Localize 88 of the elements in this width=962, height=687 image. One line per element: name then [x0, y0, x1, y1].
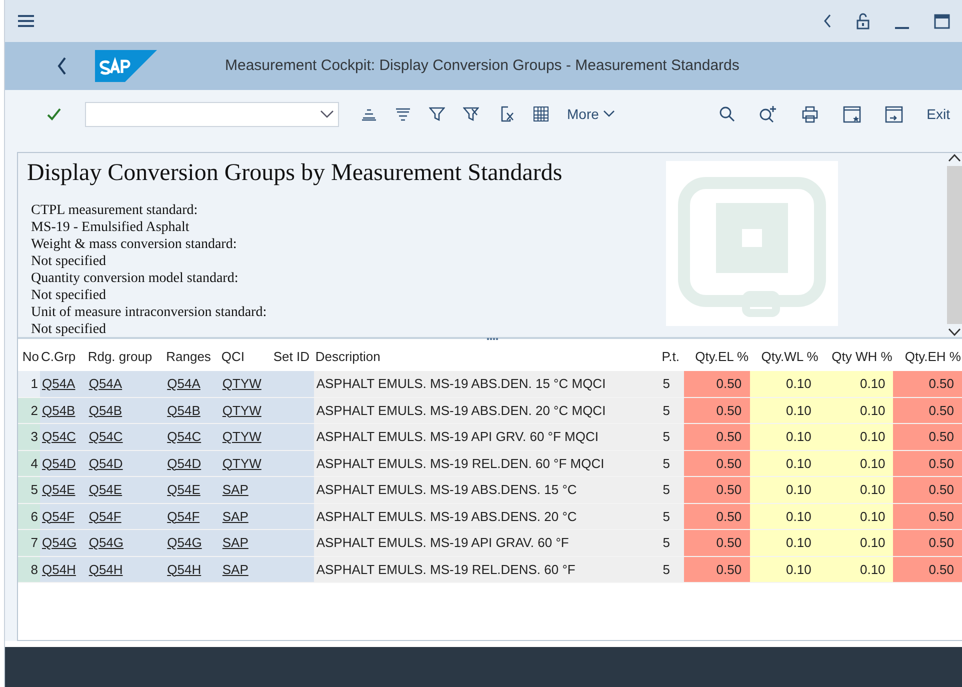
report-line: Not specified — [31, 286, 108, 304]
command-field[interactable] — [85, 102, 339, 126]
table-cell: ASPHALT EMULS. MS-19 API GRAV. 60 °F — [314, 530, 661, 556]
report-heading: Display Conversion Groups by Measurement Standards — [27, 159, 564, 188]
row-number[interactable]: 3 — [18, 424, 40, 450]
table-cell: 5 — [660, 424, 684, 450]
column-header[interactable]: C.Grp — [40, 343, 87, 370]
table-cell: 0.50 — [684, 530, 750, 556]
table-cell: 0.10 — [819, 530, 894, 556]
table-cell: 5 — [660, 556, 684, 582]
report-line: Not specified — [31, 320, 108, 337]
table-cell: 0.10 — [750, 476, 820, 503]
table-cell: 0.50 — [893, 397, 962, 424]
column-header[interactable]: Qty.EH % — [893, 343, 962, 370]
scrollbar-thumb[interactable] — [947, 166, 962, 324]
report-line: Quantity conversion model standard: — [31, 270, 240, 287]
table-cell: 0.10 — [750, 424, 820, 450]
sap-logo — [95, 50, 157, 82]
column-header[interactable]: Ranges — [165, 343, 220, 370]
table-cell: ASPHALT EMULS. MS-19 ABS.DENS. 20 °C — [314, 503, 661, 530]
table-cell: 0.10 — [750, 530, 820, 556]
scroll-down-icon[interactable] — [948, 328, 961, 337]
table-cell: 5 — [660, 370, 684, 397]
table-cell: 0.50 — [893, 450, 962, 476]
table-cell: 0.10 — [750, 397, 820, 424]
table-cell: ASPHALT EMULS. MS-19 ABS.DEN. 15 °C MQCI — [314, 370, 661, 397]
table-cell: 0.50 — [893, 424, 962, 450]
report-line: Weight & mass conversion standard: — [31, 236, 238, 253]
table-cell: 0.10 — [819, 450, 894, 476]
window-title: Measurement Cockpit: Display Conversion Groups - Measurement Standards — [225, 56, 740, 76]
table-cell: 0.50 — [684, 476, 750, 503]
table-cell: 0.50 — [893, 476, 962, 503]
table-cell: 0.10 — [819, 370, 894, 397]
report-line: MS-19 - Emulsified Asphalt — [31, 218, 190, 236]
table-cell: 0.10 — [819, 556, 894, 582]
dropdown-icon[interactable] — [320, 110, 334, 118]
column-header[interactable]: Set ID — [272, 343, 314, 370]
table-cell: ASPHALT EMULS. MS-19 ABS.DEN. 20 °C MQCI — [314, 397, 661, 424]
table-cell: 0.50 — [684, 556, 750, 582]
column-header[interactable]: Rdg. group — [86, 343, 166, 370]
more-menu[interactable]: More — [563, 102, 619, 126]
row-number[interactable]: 7 — [18, 530, 40, 556]
table-cell: 0.10 — [750, 450, 820, 476]
report-line: Not specified — [31, 252, 108, 270]
row-number[interactable]: 4 — [18, 450, 40, 476]
table-cell: 0.50 — [684, 370, 750, 397]
table-cell: 5 — [660, 503, 684, 530]
table-cell: ASPHALT EMULS. MS-19 REL.DENS. 60 °F — [314, 556, 661, 582]
row-number[interactable]: 2 — [18, 397, 40, 424]
caret-icon — [602, 110, 615, 118]
table-cell: 0.50 — [684, 397, 750, 424]
column-header[interactable]: Qty.EL % — [684, 343, 750, 370]
table-cell: 0.50 — [684, 503, 750, 530]
table-cell: 0.10 — [750, 503, 820, 530]
table-cell: 5 — [660, 397, 684, 424]
table-cell: 0.10 — [819, 424, 894, 450]
table-cell: 5 — [660, 476, 684, 503]
row-number[interactable]: 1 — [18, 370, 40, 397]
table-cell: 0.50 — [893, 370, 962, 397]
table-cell: 0.10 — [750, 556, 820, 582]
exit-button[interactable]: Exit — [922, 102, 954, 126]
table-cell: 0.50 — [893, 503, 962, 530]
splitter-handle[interactable] — [486, 337, 500, 341]
table-cell: 0.50 — [893, 556, 962, 582]
report-line: Unit of measure intraconversion standard: — [31, 304, 268, 321]
row-number[interactable]: 6 — [18, 503, 40, 530]
table-cell: 0.50 — [684, 424, 750, 450]
column-header[interactable]: Qty WH % — [819, 343, 894, 370]
table-cell: 0.10 — [750, 370, 820, 397]
table-cell: ASPHALT EMULS. MS-19 ABS.DENS. 15 °C — [314, 476, 661, 503]
table-cell: ASPHALT EMULS. MS-19 API GRV. 60 °F MQCI — [314, 424, 661, 450]
table-cell: 5 — [660, 530, 684, 556]
column-header[interactable]: QCI — [220, 343, 272, 370]
table-cell: 5 — [660, 450, 684, 476]
table-cell: 0.10 — [819, 397, 894, 424]
scroll-up-icon[interactable] — [948, 153, 961, 162]
table-cell: 0.10 — [819, 503, 894, 530]
table-cell: 0.10 — [819, 476, 894, 503]
column-header[interactable]: Description — [314, 343, 661, 370]
report-line: CTPL measurement standard: — [31, 202, 199, 219]
column-header[interactable]: No — [18, 343, 40, 370]
row-number[interactable]: 5 — [18, 476, 40, 503]
column-header[interactable]: Qty.WL % — [750, 343, 820, 370]
table-cell: ASPHALT EMULS. MS-19 REL.DEN. 60 °F MQCI — [314, 450, 661, 476]
row-number[interactable]: 8 — [18, 556, 40, 582]
table-cell: 0.50 — [893, 530, 962, 556]
column-header[interactable]: P.t. — [660, 343, 684, 370]
table-cell: 0.50 — [684, 450, 750, 476]
